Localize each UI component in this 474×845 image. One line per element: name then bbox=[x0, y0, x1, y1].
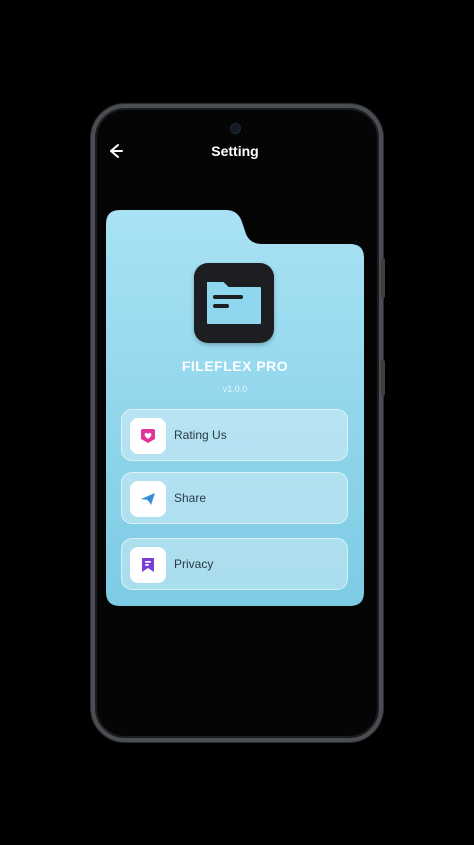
page-title: Setting bbox=[211, 143, 259, 159]
app-version: v1.0.0 bbox=[222, 384, 248, 394]
heart-badge-icon bbox=[130, 418, 166, 454]
app-name: FILEFLEX PRO bbox=[181, 358, 289, 374]
power-button bbox=[381, 360, 385, 396]
app-logo-icon bbox=[194, 263, 274, 343]
menu-item-label: Share bbox=[174, 491, 207, 505]
paper-plane-icon bbox=[130, 481, 166, 517]
menu-item-share[interactable]: Share bbox=[121, 472, 348, 524]
back-arrow-icon[interactable] bbox=[104, 141, 126, 161]
menu-item-rating-us[interactable]: Rating Us bbox=[121, 409, 348, 461]
bookmark-shield-icon bbox=[130, 547, 166, 583]
front-camera bbox=[230, 123, 241, 134]
menu-item-label: Rating Us bbox=[174, 428, 227, 442]
volume-button bbox=[381, 258, 385, 298]
menu-item-privacy[interactable]: Privacy bbox=[121, 538, 348, 590]
menu-item-label: Privacy bbox=[174, 557, 214, 571]
